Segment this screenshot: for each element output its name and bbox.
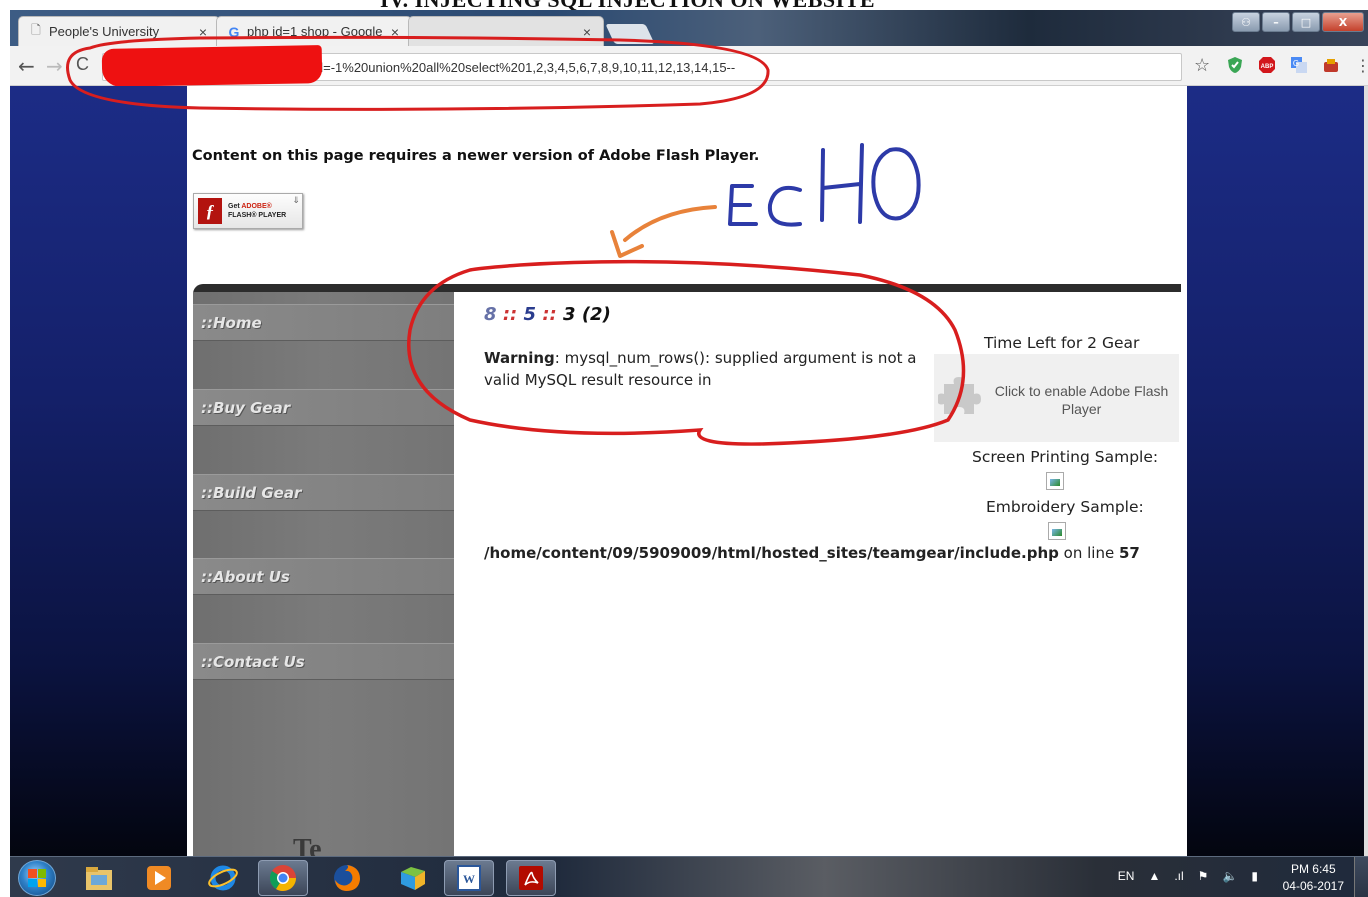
click-to-enable-flash[interactable]: Click to enable Adobe Flash Player — [994, 382, 1169, 418]
windows-taskbar: W EN ▲ .ıl ⚑ 🔈 ▮ PM 6:45 04-06-2017 — [10, 856, 1368, 897]
show-desktop-button[interactable] — [1354, 857, 1368, 897]
reload-button[interactable]: C — [76, 54, 89, 75]
power-icon[interactable]: ▮ — [1251, 869, 1258, 883]
broken-image-icon — [1046, 472, 1064, 490]
tab-google-search[interactable]: G php id=1 shop - Google × — [216, 16, 412, 46]
page-background-left — [10, 86, 187, 856]
language-indicator[interactable]: EN — [1118, 869, 1135, 883]
flash-logo-icon: ƒ — [198, 198, 222, 224]
windows-logo-icon — [28, 869, 46, 887]
nav-item-home[interactable]: ::Home — [193, 304, 454, 341]
flash-badge-text: Get ADOBE® FLASH® PLAYER — [228, 203, 287, 219]
plugin-puzzle-icon — [938, 377, 981, 414]
menu-icon[interactable]: ⋮ — [1354, 56, 1368, 75]
nav-item-about-us[interactable]: ::About Us — [193, 558, 454, 595]
site-sidebar: ::Home ::Buy Gear ::Build Gear ::About U… — [193, 292, 454, 856]
page-content: Content on this page requires a newer ve… — [187, 86, 1187, 856]
user-icon[interactable]: ⚇ — [1232, 12, 1260, 32]
chrome-icon[interactable] — [258, 860, 308, 896]
translate-icon[interactable]: G — [1290, 56, 1308, 74]
download-arrow-icon: ⇓ — [292, 196, 300, 206]
explorer-icon[interactable] — [74, 860, 124, 896]
get-flash-player-button[interactable]: ƒ Get ADOBE® FLASH® PLAYER ⇓ — [193, 193, 303, 229]
volume-icon[interactable]: 🔈 — [1222, 869, 1237, 883]
word-icon[interactable]: W — [444, 860, 494, 896]
page-background-right — [1187, 86, 1368, 856]
firefox-icon[interactable] — [322, 860, 372, 896]
tab-label: php id=1 shop - Google — [247, 24, 383, 39]
broken-image-icon — [1048, 522, 1066, 540]
folder-icon[interactable] — [388, 860, 438, 896]
action-center-icon[interactable]: ⚑ — [1198, 869, 1209, 883]
show-hidden-icons[interactable]: ▲ — [1148, 869, 1160, 883]
injected-echo-values: 8 :: 5 :: 3 (2) — [484, 304, 611, 325]
flash-required-message: Content on this page requires a newer ve… — [192, 148, 760, 164]
back-button[interactable]: ← — [18, 54, 35, 78]
new-tab-button[interactable] — [605, 24, 655, 44]
extension-icon[interactable] — [1322, 56, 1340, 74]
svg-text:ABP: ABP — [1261, 64, 1274, 70]
embroidery-sample-label: Embroidery Sample: — [986, 498, 1144, 516]
nav-item-build-gear[interactable]: ::Build Gear — [193, 474, 454, 511]
acrobat-icon[interactable] — [506, 860, 556, 896]
flash-plugin-placeholder[interactable]: Click to enable Adobe Flash Player — [934, 354, 1179, 442]
start-button[interactable] — [18, 860, 56, 896]
close-icon[interactable]: × — [579, 24, 595, 40]
main-content: 8 :: 5 :: 3 (2) Warning: mysql_num_rows(… — [454, 292, 1181, 856]
browser-toolbar: ← → C id=-1%20union%20all%20select%201,2… — [10, 45, 1368, 87]
shield-icon[interactable] — [1226, 56, 1244, 74]
clock-time: PM 6:45 — [1290, 862, 1336, 876]
extension-icons: ABP G ⋮ — [1226, 56, 1368, 75]
screen-printing-sample-label: Screen Printing Sample: — [972, 448, 1159, 466]
redaction-mark — [101, 45, 323, 87]
close-icon[interactable]: × — [195, 24, 211, 40]
maximize-button[interactable]: □ — [1292, 12, 1320, 32]
nav-item-buy-gear[interactable]: ::Buy Gear — [193, 389, 454, 426]
system-tray: EN ▲ .ıl ⚑ 🔈 ▮ — [1118, 869, 1258, 883]
ie-icon[interactable] — [198, 860, 248, 896]
tab-label: People's University — [49, 24, 160, 39]
document-heading: IV. INJECTING SQL INJECTION ON WEBSITE — [380, 0, 1040, 12]
close-icon[interactable]: × — [387, 24, 403, 40]
close-window-button[interactable]: X — [1322, 12, 1364, 32]
clock-date: 04-06-2017 — [1282, 879, 1344, 893]
vertical-scrollbar[interactable] — [1364, 86, 1368, 856]
adblock-icon[interactable]: ABP — [1258, 56, 1276, 74]
window-controls: ⚇ – □ X — [1232, 12, 1364, 32]
mysql-warning: Warning: mysql_num_rows(): supplied argu… — [484, 349, 917, 389]
address-text: id=-1%20union%20all%20select%201,2,3,4,5… — [313, 59, 736, 75]
tab-peoples-university[interactable]: 🗋 People's University × — [18, 16, 220, 46]
browser-tab-bar: 🗋 People's University × G php id=1 shop … — [10, 10, 1368, 46]
clock[interactable]: PM 6:45 04-06-2017 — [1283, 861, 1344, 895]
svg-text:W: W — [463, 872, 475, 886]
svg-text:G: G — [1293, 59, 1299, 68]
minimize-button[interactable]: – — [1262, 12, 1290, 32]
signal-icon[interactable]: .ıl — [1174, 869, 1183, 883]
site-logo-fragment: Te — [293, 834, 322, 856]
time-left-label: Time Left for 2 Gear — [984, 334, 1140, 352]
page-viewport: Content on this page requires a newer ve… — [10, 86, 1368, 856]
screenshot-root: IV. INJECTING SQL INJECTION ON WEBSITE 🗋… — [0, 0, 1368, 897]
google-icon: G — [228, 23, 240, 40]
tab-current[interactable]: × — [408, 16, 604, 46]
error-file-path: /home/content/09/5909009/html/hosted_sit… — [484, 544, 1140, 562]
nav-item-contact-us[interactable]: ::Contact Us — [193, 643, 454, 680]
page-icon: 🗋 — [31, 23, 41, 37]
bookmark-star-icon[interactable]: ☆ — [1194, 55, 1210, 76]
media-player-icon[interactable] — [134, 860, 184, 896]
forward-button[interactable]: → — [46, 54, 63, 78]
